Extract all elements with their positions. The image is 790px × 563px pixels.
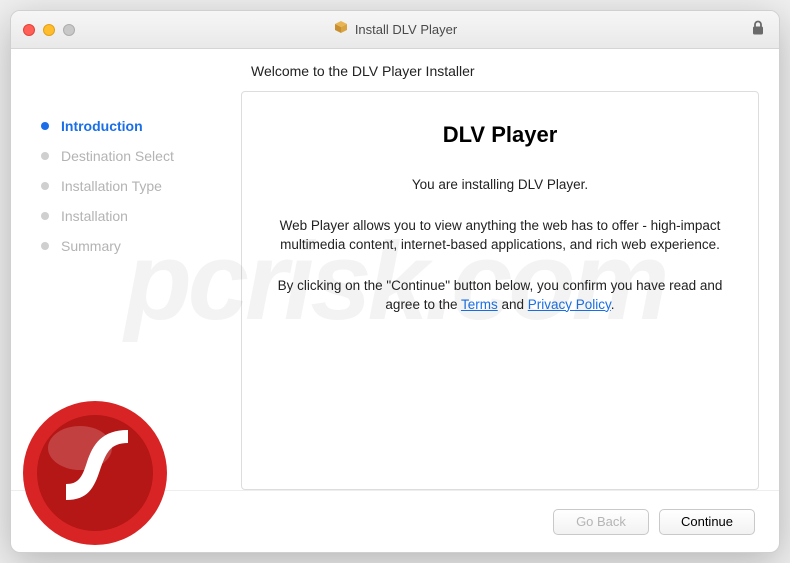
zoom-window-button (63, 24, 75, 36)
sidebar-item-installation-type: Installation Type (41, 171, 241, 201)
sidebar-item-label: Introduction (61, 118, 143, 134)
step-bullet-icon (41, 212, 49, 220)
continue-button[interactable]: Continue (659, 509, 755, 535)
content-title: DLV Player (272, 122, 728, 148)
content-line-1: You are installing DLV Player. (272, 176, 728, 195)
installer-window: Install DLV Player Welcome to the DLV Pl… (10, 10, 780, 553)
content-line-2: Web Player allows you to view anything t… (272, 217, 728, 255)
content-panel: DLV Player You are installing DLV Player… (241, 91, 759, 490)
sidebar-item-label: Destination Select (61, 148, 174, 164)
sidebar-item-label: Installation Type (61, 178, 162, 194)
step-bullet-icon (41, 242, 49, 250)
content-agreement: By clicking on the "Continue" button bel… (272, 277, 728, 315)
sidebar-item-introduction: Introduction (41, 111, 241, 141)
window-title: Install DLV Player (355, 22, 457, 37)
page-heading: Welcome to the DLV Player Installer (11, 49, 779, 85)
terms-link[interactable]: Terms (461, 297, 498, 312)
minimize-window-button[interactable] (43, 24, 55, 36)
step-bullet-icon (41, 152, 49, 160)
go-back-button: Go Back (553, 509, 649, 535)
installer-body: Welcome to the DLV Player Installer Intr… (11, 49, 779, 552)
package-icon (333, 19, 349, 40)
flash-player-icon (20, 398, 170, 553)
agree-suffix: . (611, 297, 615, 312)
sidebar-item-label: Summary (61, 238, 121, 254)
sidebar-item-summary: Summary (41, 231, 241, 261)
sidebar-item-installation: Installation (41, 201, 241, 231)
step-bullet-icon (41, 182, 49, 190)
lock-icon[interactable] (751, 19, 765, 40)
privacy-link[interactable]: Privacy Policy (528, 297, 611, 312)
window-controls (23, 24, 75, 36)
titlebar: Install DLV Player (11, 11, 779, 49)
sidebar-item-destination: Destination Select (41, 141, 241, 171)
agree-mid: and (498, 297, 528, 312)
close-window-button[interactable] (23, 24, 35, 36)
step-bullet-icon (41, 122, 49, 130)
sidebar-item-label: Installation (61, 208, 128, 224)
